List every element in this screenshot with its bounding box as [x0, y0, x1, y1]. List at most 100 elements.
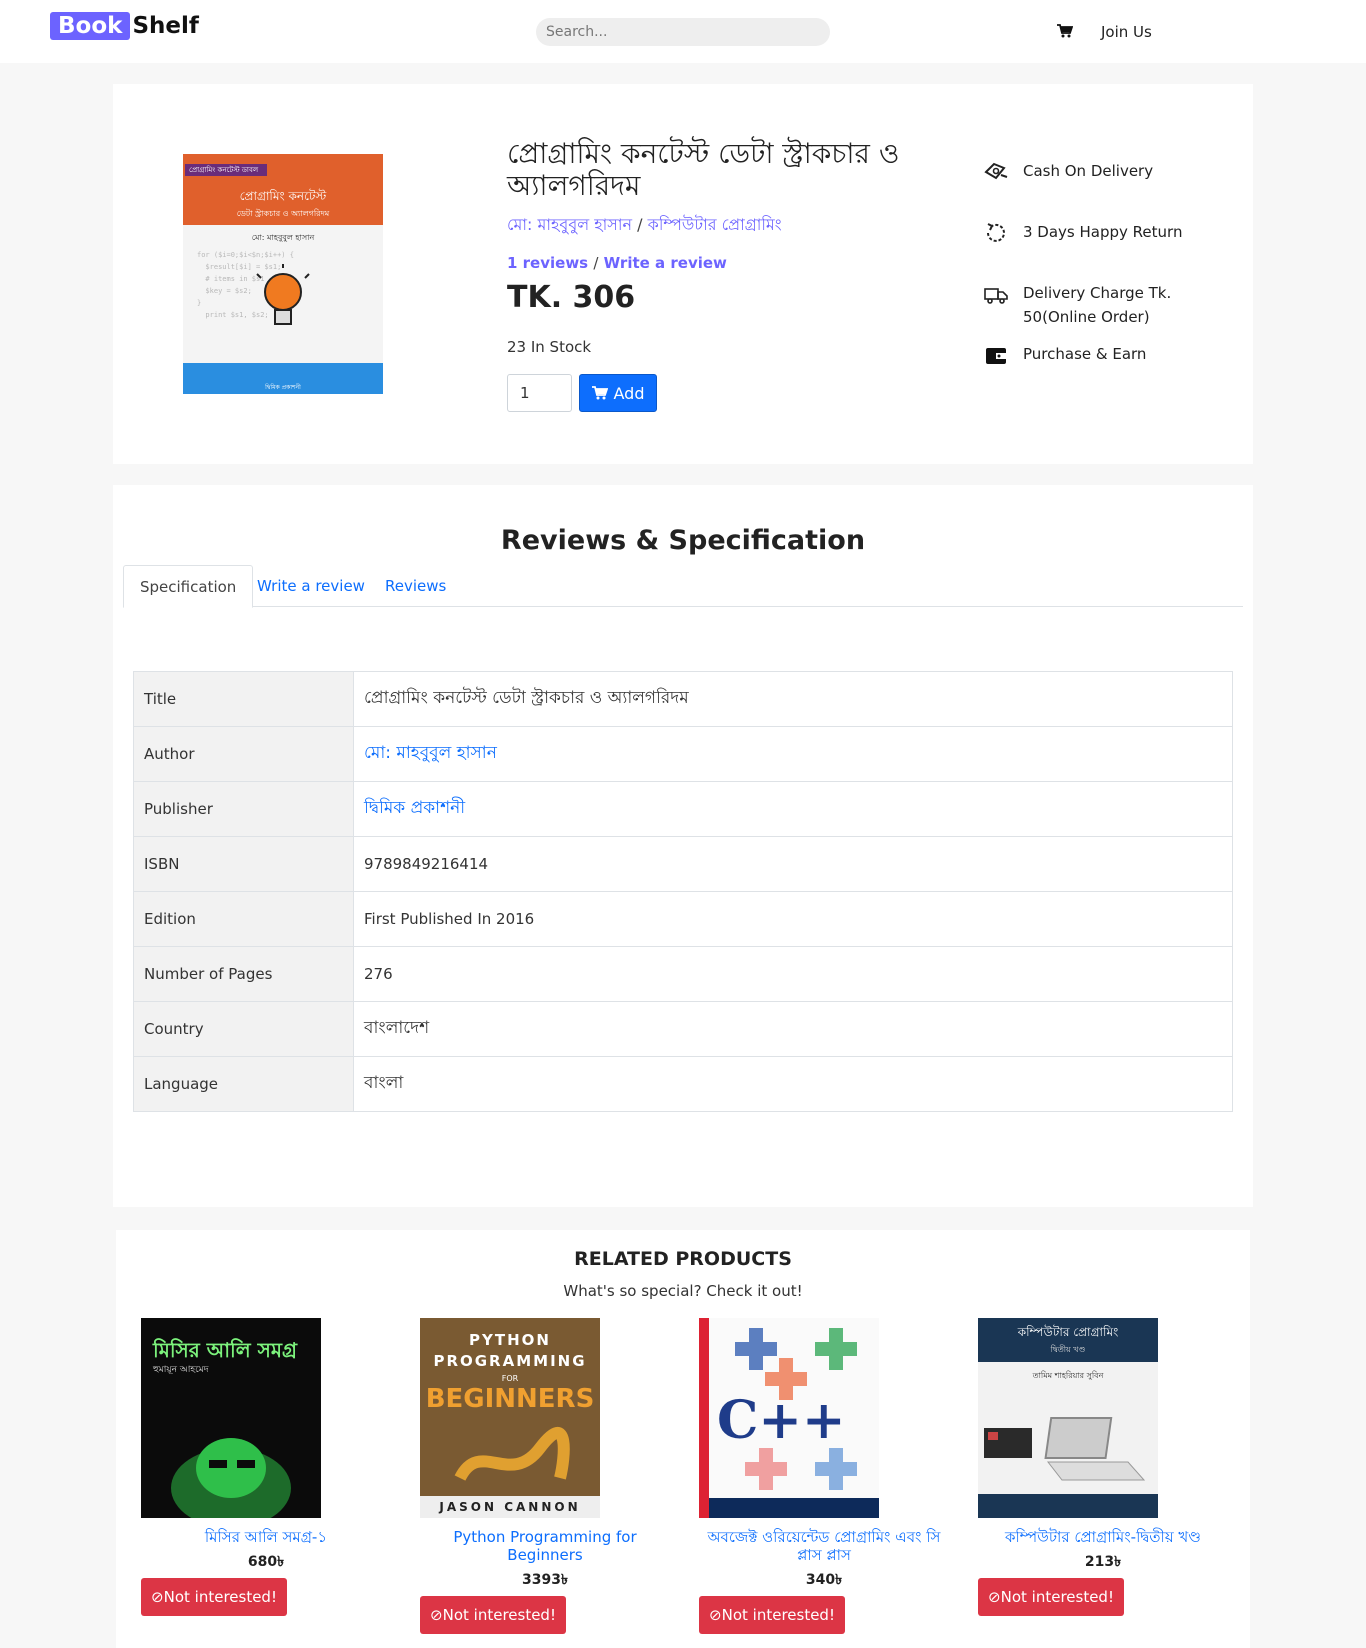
spec-value: বাংলাদেশ — [353, 1001, 1233, 1057]
ban-icon: ⊘ — [709, 1606, 722, 1624]
meta-separator: / — [637, 215, 643, 234]
spec-key: Title — [133, 671, 354, 727]
spec-publisher-link[interactable]: দ্বিমিক প্রকাশনী — [353, 781, 1233, 837]
spec-table: Title প্রোগ্রামিং কনটেস্ট ডেটা স্ট্রাকচা… — [133, 671, 1233, 1112]
product-card: প্রোগ্রামিং কনটেস্ট ডাবল প্রোগ্রামিং কনট… — [113, 84, 1253, 464]
cover-title: C++ — [717, 1390, 846, 1451]
cover-subtitle: ডেটা স্ট্রাকচার ও অ্যালগরিদম — [236, 209, 330, 218]
table-row: Author মো: মাহবুবুল হাসান — [133, 726, 1233, 782]
not-interested-label: Not interested! — [1000, 1588, 1114, 1606]
not-interested-button[interactable]: ⊘Not interested! — [978, 1578, 1124, 1616]
cover-for: FOR — [501, 1374, 519, 1383]
reviews-separator: / — [593, 254, 599, 272]
author-link[interactable]: মো: মাহবুবুল হাসান — [507, 215, 632, 234]
spec-author-link[interactable]: মো: মাহবুবুল হাসান — [353, 726, 1233, 782]
cover-tag: প্রোগ্রামিং কনটেস্ট ডাবল — [185, 164, 267, 176]
feature-delivery-charge: Delivery Charge Tk. 50(Online Order) — [983, 281, 1238, 329]
spec-value: বাংলা — [353, 1056, 1233, 1112]
product-cover-image[interactable]: C++ — [699, 1318, 879, 1518]
not-interested-label: Not interested! — [442, 1606, 556, 1624]
feature-happy-return: 3 Days Happy Return — [983, 220, 1238, 246]
product-price: 680৳ — [247, 1554, 285, 1570]
cover-big-word: BEGINNERS — [425, 1384, 595, 1414]
related-product-card: কম্পিউটার প্রোগ্রামিং দ্বিতীয় খণ্ড তামি… — [978, 1318, 1228, 1616]
cart-icon — [591, 386, 608, 400]
product-name-link[interactable]: Python Programming for Beginners — [420, 1528, 670, 1564]
spec-value: প্রোগ্রামিং কনটেস্ট ডেটা স্ট্রাকচার ও অ্… — [353, 671, 1233, 727]
add-button-label: Add — [613, 383, 645, 403]
spec-key: Country — [133, 1001, 354, 1057]
ban-icon: ⊘ — [151, 1588, 164, 1606]
spec-key: Author — [133, 726, 354, 782]
write-review-link[interactable]: Write a review — [604, 254, 727, 272]
cover-publisher: দ্বিমিক প্রকাশনী — [265, 384, 301, 391]
product-name-link[interactable]: কম্পিউটার প্রোগ্রামিং-দ্বিতীয় খণ্ড — [978, 1528, 1228, 1546]
brand-part1: Book — [50, 12, 131, 40]
product-cover-image[interactable]: কম্পিউটার প্রোগ্রামিং দ্বিতীয় খণ্ড তামি… — [978, 1318, 1158, 1518]
reviews-line: 1 reviews / Write a review — [507, 254, 727, 272]
cover-title: প্রোগ্রামিং কনটেস্ট — [239, 189, 327, 203]
table-row: Edition First Published In 2016 — [133, 891, 1233, 947]
not-interested-label: Not interested! — [721, 1606, 835, 1624]
spec-heading: Reviews & Specification — [500, 525, 866, 556]
cover-title: কম্পিউটার প্রোগ্রামিং — [1017, 1325, 1119, 1339]
stock-status: 23 In Stock — [507, 338, 592, 356]
category-link[interactable]: কম্পিউটার প্রোগ্রামিং — [648, 215, 782, 234]
spec-tabs: Specification Write a review Reviews — [123, 565, 1243, 608]
product-price: 213৳ — [1084, 1554, 1122, 1570]
cover-author: হুমায়ূন আহমেদ — [153, 1365, 209, 1375]
tab-reviews[interactable]: Reviews — [369, 565, 462, 607]
feature-label: 3 Days Happy Return — [1023, 223, 1183, 241]
cover-code-decoration: for ($i=0;$i<$n;$i++) { $result[$i] = $s… — [197, 251, 294, 319]
portrait-decoration — [171, 1438, 291, 1518]
tab-write-review[interactable]: Write a review — [241, 565, 381, 607]
spec-value: First Published In 2016 — [353, 891, 1233, 947]
navbar: Book Shelf Join Us — [0, 0, 1366, 63]
cover-subtitle: দ্বিতীয় খণ্ড — [1050, 1345, 1086, 1354]
brand-logo[interactable]: Book Shelf — [50, 12, 199, 40]
product-price: TK. 306 — [507, 280, 636, 315]
product-price: 340৳ — [805, 1572, 843, 1588]
quantity-input[interactable] — [507, 374, 572, 412]
join-us-link[interactable]: Join Us — [1101, 23, 1152, 41]
cover-author: JASON CANNON — [420, 1496, 600, 1518]
spec-key: Language — [133, 1056, 354, 1112]
related-product-card: C++ অবজেক্ট ওরিয়েন্টেড প্রোগ্রামিং এবং … — [699, 1318, 949, 1634]
product-name-link[interactable]: মিসির আলি সমগ্র-১ — [141, 1528, 391, 1546]
product-cover-image[interactable]: মিসির আলি সমগ্র হুমায়ূন আহমেদ — [141, 1318, 321, 1518]
cover-title: PYTHON PROGRAMMING — [433, 1331, 587, 1370]
table-row: Title প্রোগ্রামিং কনটেস্ট ডেটা স্ট্রাকচা… — [133, 671, 1233, 727]
related-heading: RELATED PRODUCTS — [574, 1248, 792, 1270]
product-name-link[interactable]: অবজেক্ট ওরিয়েন্টেড প্রোগ্রামিং এবং সি প… — [699, 1528, 949, 1564]
table-row: Number of Pages 276 — [133, 946, 1233, 1002]
not-interested-button[interactable]: ⊘Not interested! — [420, 1596, 566, 1634]
spec-key: Edition — [133, 891, 354, 947]
cart-icon[interactable] — [1057, 24, 1073, 38]
truck-icon — [984, 288, 1008, 304]
table-row: ISBN 9789849216414 — [133, 836, 1233, 892]
product-title: প্রোগ্রামিং কনটেস্ট ডেটা স্ট্রাকচার ও অ্… — [507, 137, 900, 202]
related-products: RELATED PRODUCTS What's so special? Chec… — [116, 1230, 1250, 1648]
product-price: 3393৳ — [522, 1572, 568, 1588]
brand-part2: Shelf — [132, 13, 199, 39]
ban-icon: ⊘ — [430, 1606, 443, 1624]
cash-icon — [984, 162, 1008, 180]
not-interested-button[interactable]: ⊘Not interested! — [699, 1596, 845, 1634]
ban-icon: ⊘ — [988, 1588, 1001, 1606]
return-icon — [987, 223, 1005, 242]
add-to-cart-button[interactable]: Add — [579, 374, 657, 412]
tab-specification[interactable]: Specification — [123, 565, 254, 608]
feature-cash-on-delivery: Cash On Delivery — [983, 159, 1238, 185]
spec-value: 9789849216414 — [353, 836, 1233, 892]
laptop-decoration — [978, 1417, 1158, 1518]
spec-card: Reviews & Specification Specification Wr… — [113, 485, 1253, 1207]
wallet-icon — [986, 348, 1006, 364]
feature-label: Cash On Delivery — [1023, 162, 1154, 180]
search-input[interactable] — [536, 18, 830, 46]
spec-key: ISBN — [133, 836, 354, 892]
snake-decoration — [454, 1426, 570, 1482]
spec-key: Publisher — [133, 781, 354, 837]
product-cover-image[interactable]: PYTHON PROGRAMMING FOR BEGINNERS JASON C… — [420, 1318, 600, 1518]
reviews-count-link[interactable]: 1 reviews — [507, 254, 588, 272]
not-interested-button[interactable]: ⊘Not interested! — [141, 1578, 287, 1616]
